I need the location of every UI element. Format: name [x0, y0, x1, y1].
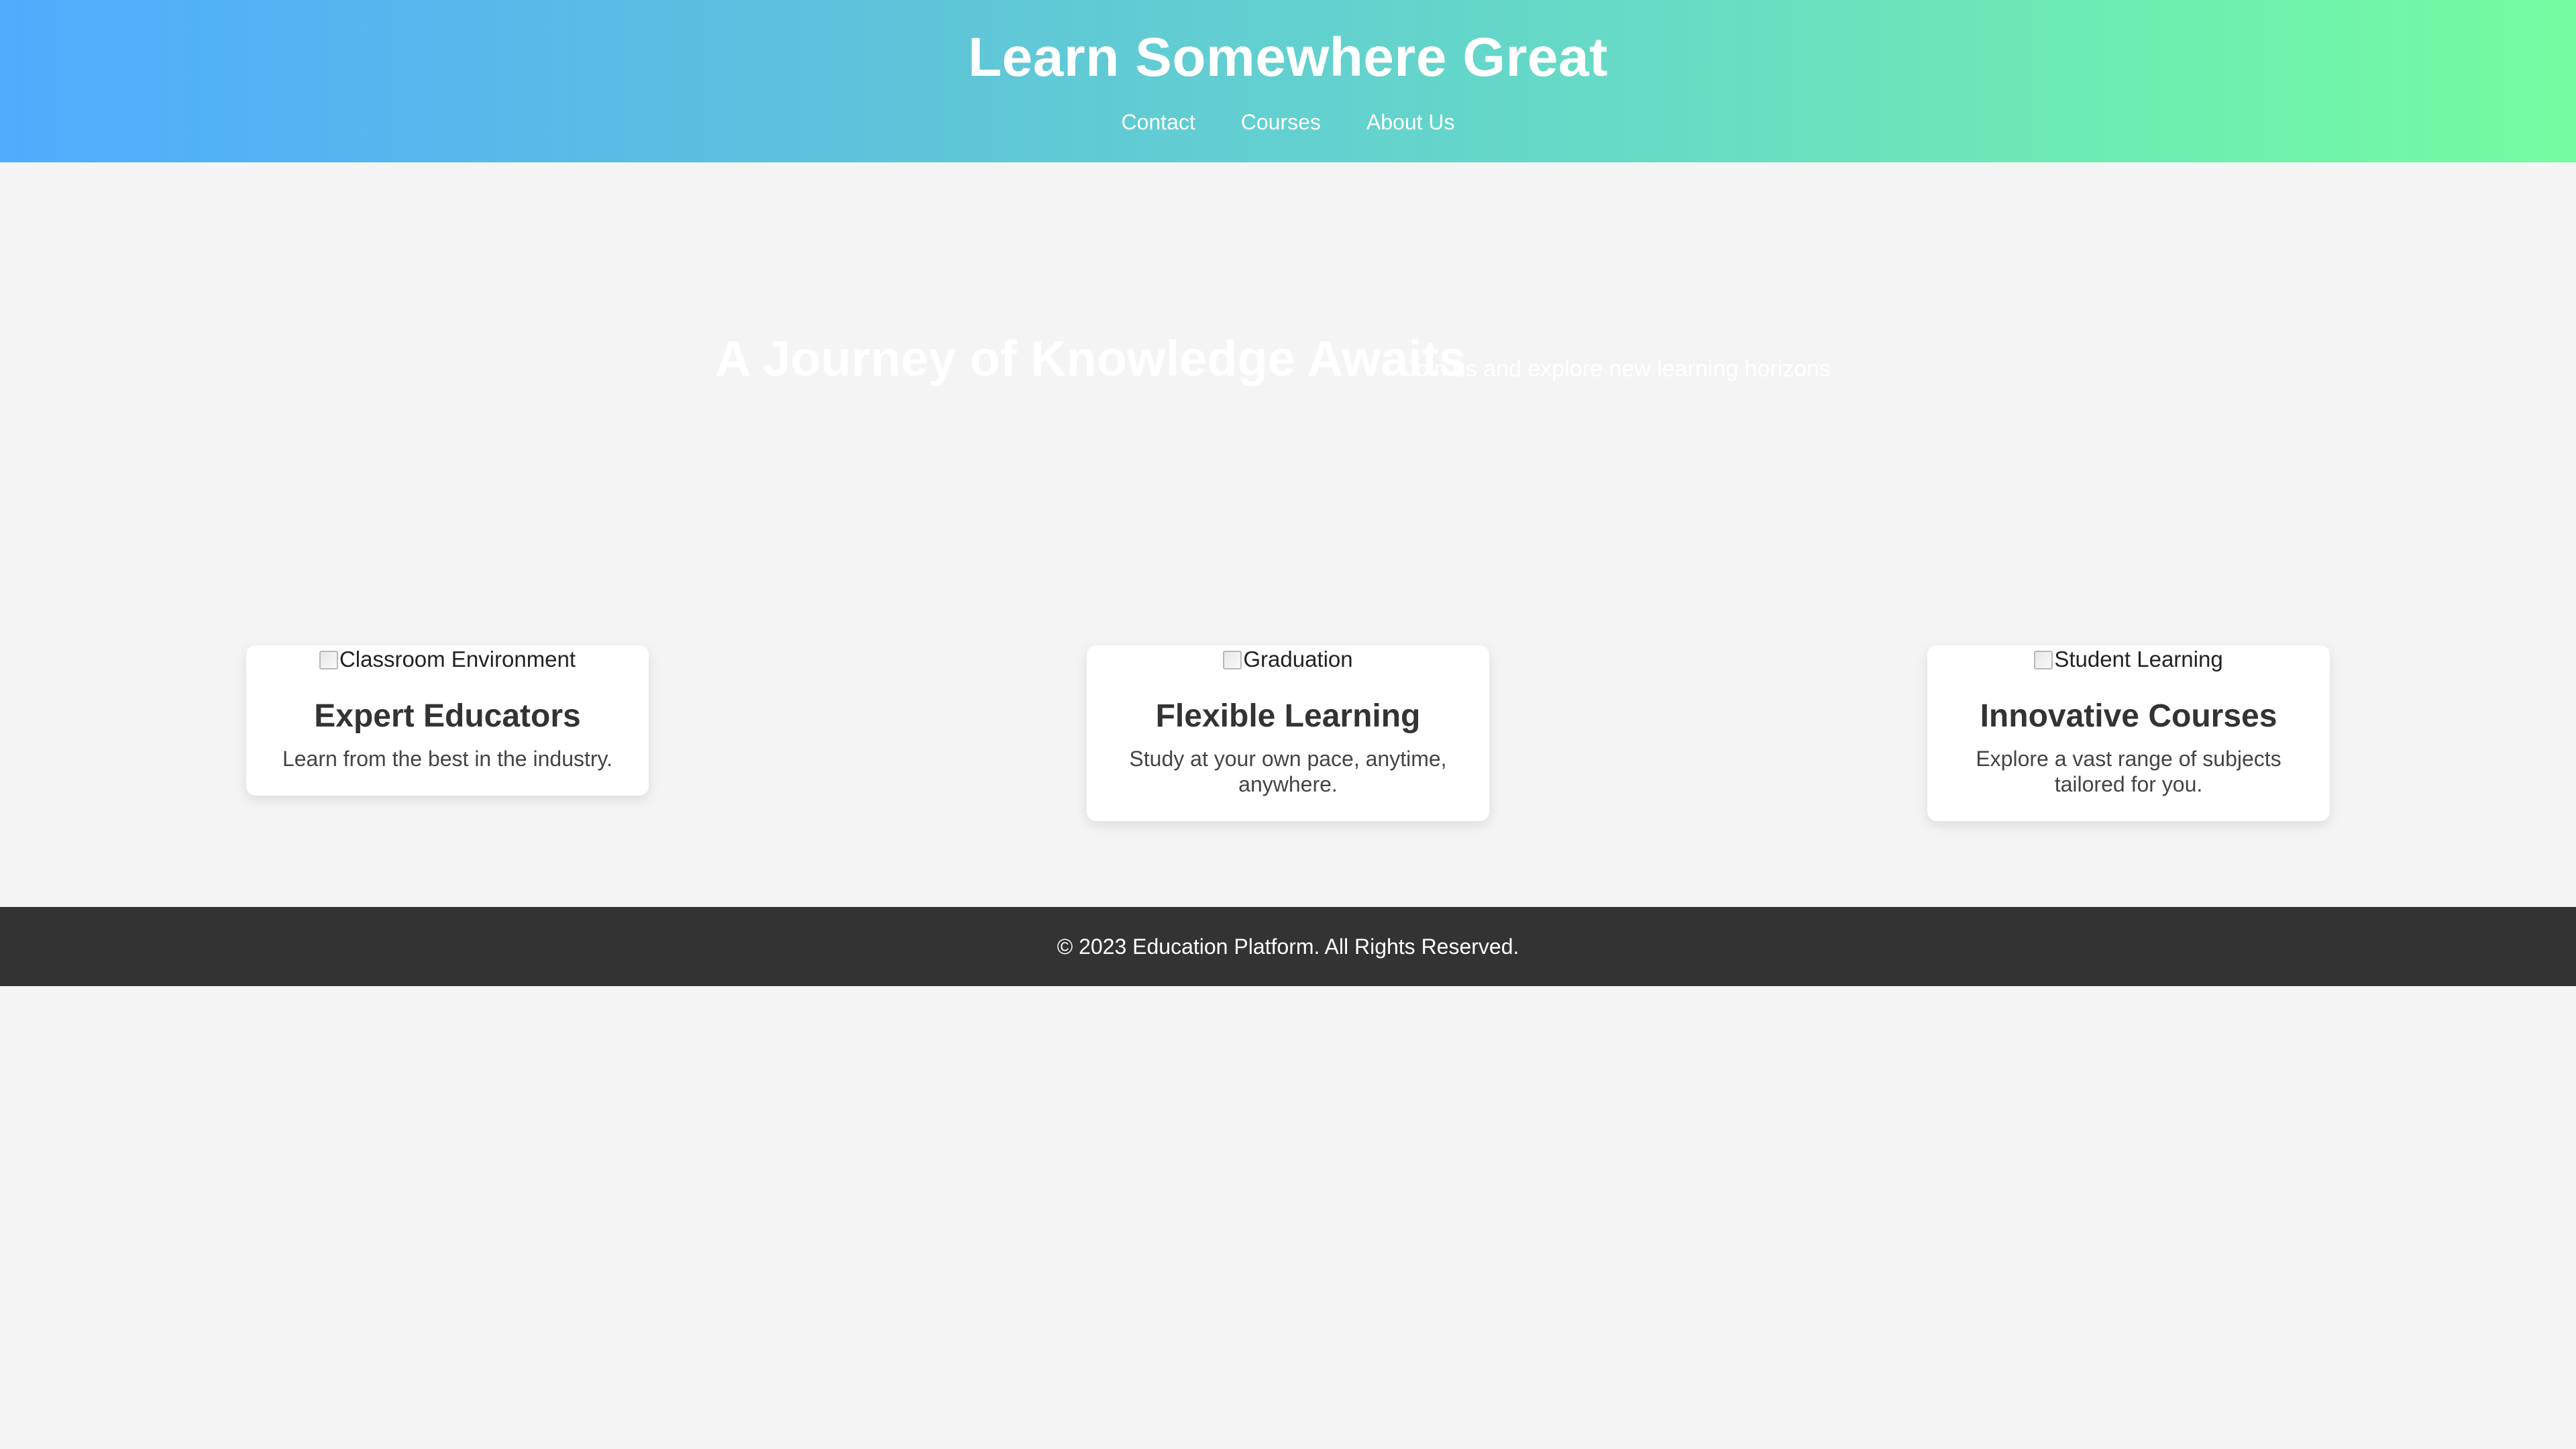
- site-footer: © 2023 Education Platform. All Rights Re…: [0, 907, 2576, 986]
- broken-image-icon: [2034, 651, 2053, 669]
- feature-title: Innovative Courses: [1980, 698, 2277, 734]
- nav-link-courses[interactable]: Courses: [1241, 107, 1321, 137]
- broken-image-icon: [1223, 651, 1242, 669]
- broken-image-icon: [319, 651, 338, 669]
- site-title: Learn Somewhere Great: [968, 27, 1608, 88]
- feature-card-innovative-courses: Student Learning Innovative Courses Expl…: [1927, 645, 2330, 821]
- image-alt-text: Student Learning: [2054, 647, 2223, 672]
- feature-card-flexible-learning: Graduation Flexible Learning Study at yo…: [1087, 645, 1489, 821]
- feature-title: Expert Educators: [314, 698, 581, 734]
- site-header: Learn Somewhere Great Contact Courses Ab…: [0, 0, 2576, 162]
- nav-link-about-us[interactable]: About Us: [1366, 107, 1455, 137]
- feature-description: Study at your own pace, anytime, anywher…: [1129, 747, 1447, 796]
- student-learning-image: Student Learning: [1954, 645, 2303, 674]
- copyright-text: © 2023 Education Platform. All Rights Re…: [1057, 934, 1519, 959]
- feature-card-expert-educators: Classroom Environment Expert Educators L…: [246, 645, 649, 796]
- graduation-image: Graduation: [1114, 645, 1462, 674]
- image-alt-text: Classroom Environment: [339, 647, 576, 672]
- image-alt-text: Graduation: [1243, 647, 1353, 672]
- feature-description: Explore a vast range of subjects tailore…: [1976, 747, 2282, 796]
- hero-title: A Journey of Knowledge Awaits: [715, 331, 1466, 386]
- classroom-image: Classroom Environment: [273, 645, 622, 674]
- feature-description: Learn from the best in the industry.: [282, 747, 613, 771]
- hero-subtitle: Join us and explore new learning horizon…: [1405, 356, 1831, 382]
- hero-section: A Journey of Knowledge Awaits Join us an…: [0, 162, 2576, 645]
- feature-title: Flexible Learning: [1155, 698, 1421, 734]
- main-nav: Contact Courses About Us: [0, 107, 2576, 137]
- nav-link-contact[interactable]: Contact: [1121, 107, 1195, 137]
